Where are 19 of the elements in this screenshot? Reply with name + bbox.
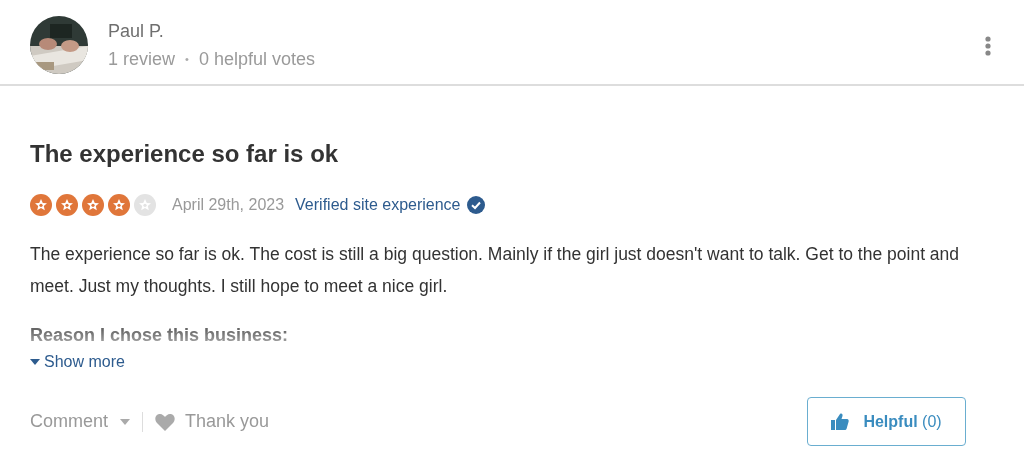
thumbs-up-icon [831, 413, 850, 430]
separator-dot: • [185, 51, 189, 67]
caret-icon [30, 359, 40, 365]
review-title: The experience so far is ok [30, 139, 340, 169]
review-date: April 29th, 2023 [172, 196, 285, 214]
verified-label: Verified site experience [295, 196, 461, 214]
helpful-button[interactable]: Helpful (0) [807, 397, 966, 446]
comment-button[interactable]: Comment [30, 411, 131, 432]
reason-heading: Reason I chose this business: [30, 324, 290, 347]
review-count: 1 review [108, 47, 176, 71]
review-text: The experience so far is ok. The cost is still a big question. Mainly if the girl just doesn't want to talk. Get to the point and meet. Just my thoughts. I still hope to meet a nice girl. [30, 243, 961, 298]
heart-icon [155, 412, 176, 431]
reviewer-name: Paul P. [108, 19, 165, 43]
caret-icon [120, 418, 131, 425]
verified-check-icon [466, 196, 485, 214]
show-more-link[interactable]: Show more [30, 353, 125, 371]
helpful-votes-count: 0 helpful votes [198, 47, 315, 71]
more-options-icon[interactable] [985, 36, 991, 56]
thank-you-button[interactable]: Thank you [155, 411, 270, 432]
